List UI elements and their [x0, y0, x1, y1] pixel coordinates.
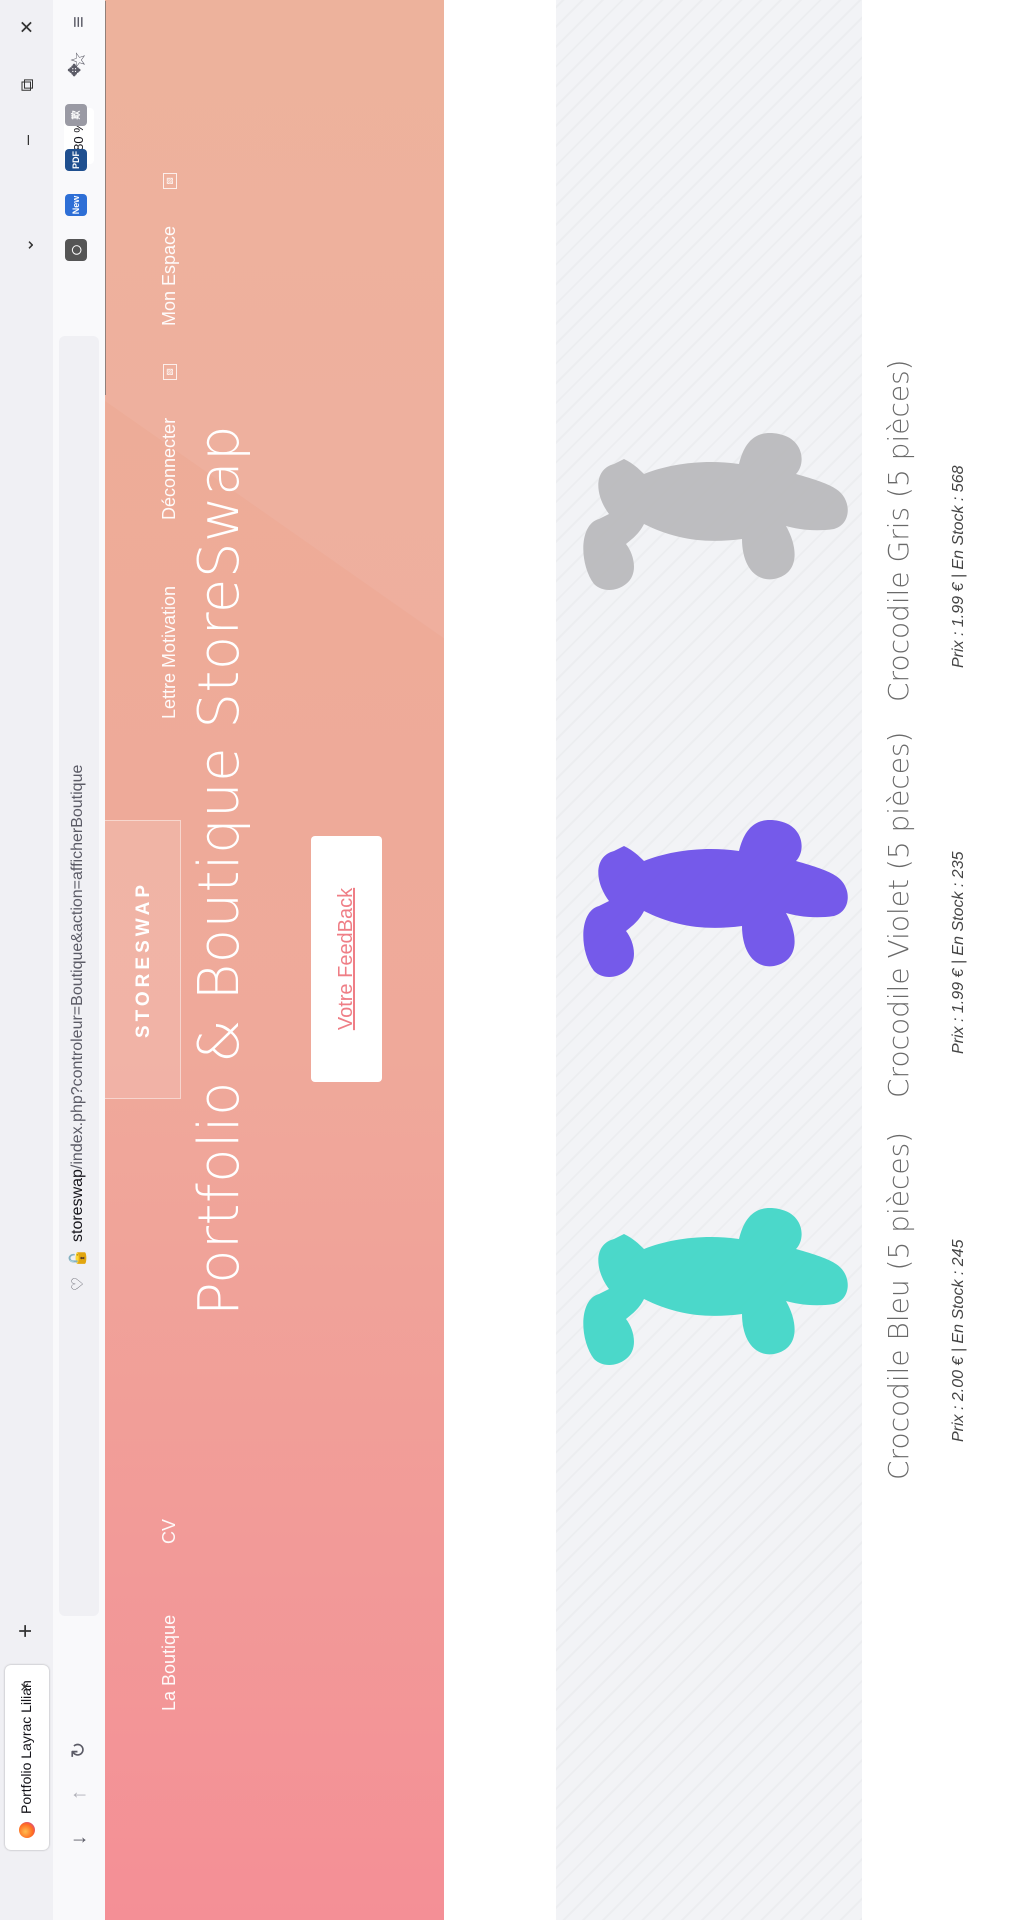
close-tab-icon[interactable]: ×: [14, 1675, 38, 1699]
navigation-toolbar: ↓ ↑ ↻ ♡ 🔓 storeswap/index.php?controleur…: [53, 0, 106, 1920]
product-meta: Prix : 2.00 € | En Stock : 245: [950, 1239, 967, 1442]
hero-sheen: [105, 0, 444, 668]
translate-extension-icon[interactable]: 欺: [65, 104, 87, 126]
browser-window: Portfolio Layrac Lilian × + ⌄ – ⧉ ✕ ↓ ↑ …: [0, 0, 1020, 1920]
nav-link-lettre-motivation[interactable]: Lettre Motivation: [159, 586, 180, 719]
crocodile-image: [583, 433, 848, 590]
hero-top-line: [105, 1, 106, 395]
url-bar[interactable]: ♡ 🔓 storeswap/index.php?controleur=Bouti…: [59, 51, 99, 1616]
back-arrow-icon[interactable]: ↑: [65, 1781, 93, 1809]
nav-link-cv[interactable]: CV: [159, 1519, 180, 1544]
close-icon[interactable]: ✕: [12, 12, 42, 42]
new-tab-button[interactable]: +: [12, 1616, 42, 1646]
nav-link-boutique[interactable]: La Boutique: [159, 1615, 180, 1711]
crocodile-image: [583, 1208, 848, 1365]
minimize-icon[interactable]: –: [12, 125, 42, 155]
puzzle-extensions-icon[interactable]: ✥: [65, 59, 87, 81]
tab-portfolio[interactable]: Portfolio Layrac Lilian ×: [5, 1665, 49, 1850]
product-meta: Prix : 1.99 € | En Stock : 235: [950, 851, 967, 1054]
product-image-gris[interactable]: [574, 334, 854, 634]
product-name[interactable]: Crocodile Violet (5 pièces): [882, 732, 915, 1098]
nav-link-deconnecter[interactable]: Déconnecter: [159, 418, 180, 520]
firefox-favicon-icon: [19, 1822, 35, 1838]
restore-icon[interactable]: ⧉: [12, 70, 42, 100]
crocodile-image: [583, 820, 848, 977]
croc-shape: [583, 433, 848, 590]
insecure-lock-icon[interactable]: 🔓: [67, 1246, 91, 1270]
feedback-button-label: Votre FeedBack: [335, 887, 357, 1031]
user-space-icon: ▧: [163, 173, 177, 189]
hamburger-menu-icon[interactable]: ≡: [65, 8, 93, 36]
pdf-extension-icon[interactable]: PDF: [65, 149, 87, 171]
logout-icon: ▧: [163, 364, 177, 380]
chevron-down-icon[interactable]: ⌄: [12, 230, 42, 260]
brand-logo[interactable]: STORESWAP: [105, 820, 181, 1099]
product-name[interactable]: Crocodile Gris (5 pièces): [882, 359, 915, 702]
product-section: Crocodile Bleu (5 pièces) Prix : 2.00 € …: [444, 0, 1020, 1920]
product-image-bleu[interactable]: [574, 1109, 854, 1409]
page-title: Portfolio & Boutique StoreSwap: [187, 424, 252, 1316]
tracking-protection-icon[interactable]: ♡: [67, 1272, 91, 1296]
nav-link-mon-espace[interactable]: Mon Espace: [159, 226, 180, 326]
download-icon[interactable]: ↓: [65, 1826, 93, 1854]
feedback-button[interactable]: Votre FeedBack: [311, 836, 382, 1082]
croc-shape: [583, 820, 848, 977]
reload-icon[interactable]: ↻: [65, 1736, 93, 1764]
croc-shape: [583, 1208, 848, 1365]
product-meta: Prix : 1.99 € | En Stock : 568: [950, 465, 967, 668]
product-name[interactable]: Crocodile Bleu (5 pièces): [882, 1132, 915, 1480]
brand-name: STORESWAP: [133, 880, 154, 1039]
extension-new-icon[interactable]: New: [65, 194, 87, 216]
product-image-violet[interactable]: [574, 721, 854, 1021]
tab-title: Portfolio Layrac Lilian: [18, 1680, 34, 1814]
url-text[interactable]: storeswap/index.php?controleur=Boutique&…: [69, 765, 87, 1242]
pocket-icon[interactable]: ◯: [65, 239, 87, 261]
tab-strip: Portfolio Layrac Lilian × + ⌄ – ⧉ ✕: [0, 0, 53, 1920]
hero-banner: La Boutique CV STORESWAP Lettre Motivati…: [105, 0, 444, 1920]
